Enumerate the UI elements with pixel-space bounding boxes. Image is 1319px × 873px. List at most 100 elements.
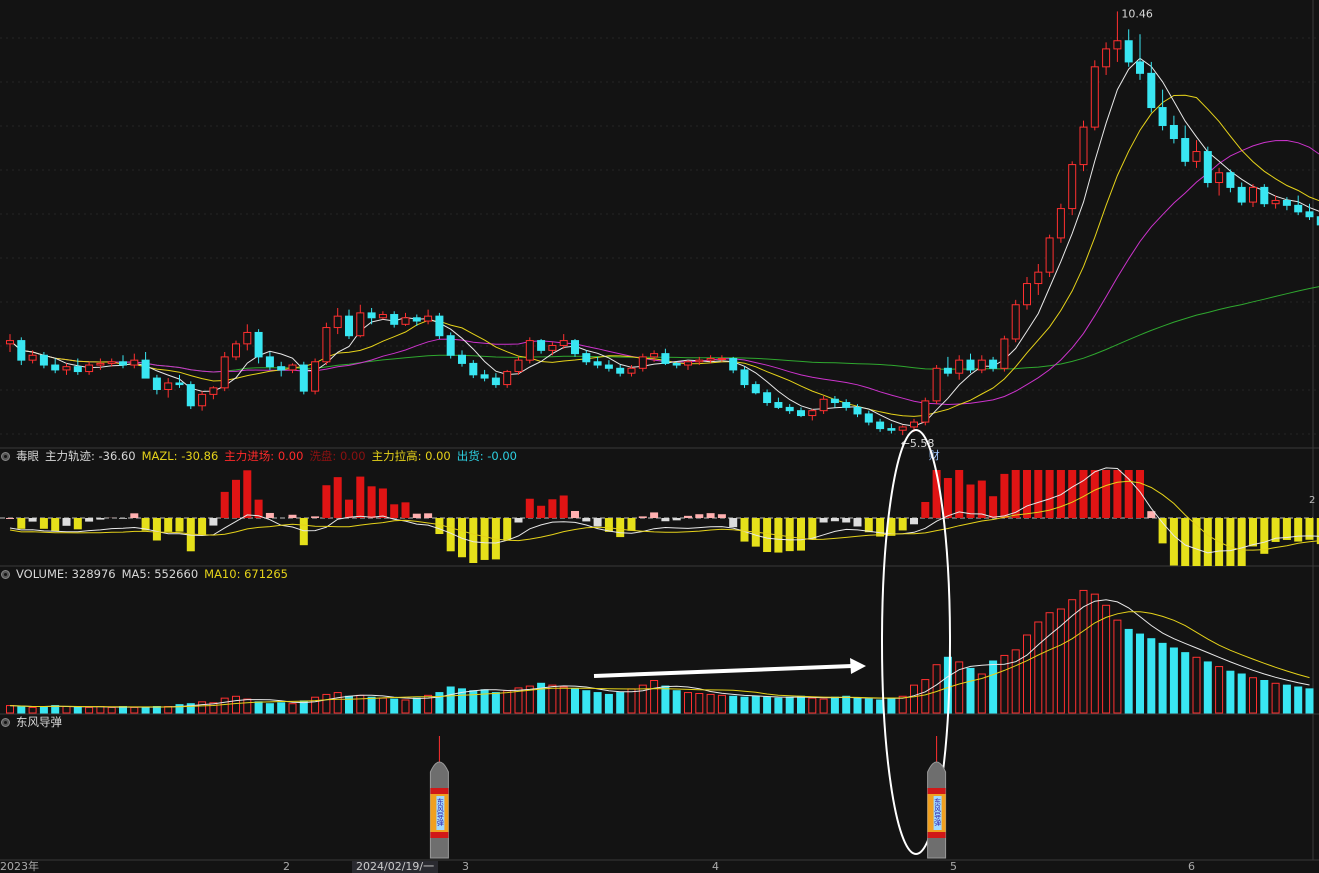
indicator-bar-61 (695, 514, 704, 518)
indicator-bar-69 (785, 518, 794, 552)
indicator-bar-11 (130, 513, 139, 518)
indicator-bar-29 (333, 477, 342, 518)
indicator-bar-2 (28, 518, 37, 522)
candle-body (446, 335, 455, 356)
indicator-bar-4 (51, 518, 60, 531)
candle-51 (582, 350, 591, 366)
indicator-bar-102 (1158, 518, 1167, 544)
high-price-label: 10.46 (1121, 7, 1153, 20)
candle-body (977, 359, 986, 371)
candle-body (661, 353, 670, 364)
volume-toggle-icon[interactable] (1, 569, 10, 579)
volume-bar-96 (1090, 593, 1099, 714)
candle-body (458, 354, 466, 364)
indicator-toggle-icon[interactable] (1, 451, 10, 461)
candle-body (1045, 237, 1054, 273)
candle-body (265, 356, 274, 368)
indicator-bar-13 (152, 518, 161, 541)
candle-body (107, 361, 116, 364)
candle-body (39, 354, 48, 366)
candle-body (751, 384, 760, 394)
signal-toggle-icon[interactable] (1, 717, 10, 727)
indicator-bar-115 (1305, 518, 1314, 540)
candle-71 (808, 409, 817, 421)
candle-82 (932, 365, 941, 405)
missile-signal-1: 东风导弹 (927, 736, 947, 859)
indicator-bar-83 (943, 478, 952, 518)
candle-90 (1023, 277, 1031, 310)
indicator-bar-54 (616, 518, 625, 538)
volume-bar-85 (966, 667, 975, 714)
indicator-bar-64 (729, 518, 738, 528)
candle-body (1181, 138, 1190, 162)
indicator-bar-5 (62, 518, 71, 526)
candle-body (299, 364, 308, 392)
volume-bar-75 (853, 697, 862, 714)
indicator-bar-52 (593, 518, 602, 527)
candle-83 (943, 356, 952, 377)
candle-body (729, 358, 738, 371)
indicator-bar-51 (582, 518, 591, 522)
indicator-bar-30 (345, 499, 353, 518)
volume-bar-6 (73, 706, 82, 714)
indicator-bar-40 (458, 518, 466, 558)
candle-body (514, 359, 523, 373)
candle-112 (1271, 195, 1280, 209)
indicator-bar-84 (955, 470, 964, 518)
missile-signal-0: 东风导弹 (429, 736, 449, 859)
indicator-bar-15 (175, 518, 184, 532)
candle-body (119, 361, 127, 366)
indicator-bar-48 (548, 499, 557, 518)
candle-96 (1090, 60, 1099, 131)
candle-38 (435, 312, 444, 339)
candle-27 (311, 358, 320, 395)
indicator-bar-7 (85, 518, 94, 522)
volume-bar-62 (706, 693, 715, 714)
volume-bar-33 (378, 697, 387, 714)
volume-bar-53 (604, 693, 613, 714)
missile-red-band-top (927, 788, 946, 794)
volume-bar-61 (695, 693, 704, 714)
indicator-bar-55 (627, 518, 636, 531)
candle-88 (1000, 335, 1009, 372)
indicator-bar-86 (977, 480, 986, 518)
candle-body (152, 377, 161, 390)
annotation-arrow-head (850, 658, 866, 674)
indicator-bar-99 (1124, 470, 1133, 518)
candle-56 (638, 353, 647, 372)
indicator-bar-63 (717, 514, 726, 518)
indicator-label-0: 主力轨迹: -36.60 (45, 449, 136, 463)
volume-bar-111 (1260, 680, 1269, 714)
volume-bar-9 (107, 706, 116, 714)
volume-bar-86 (977, 673, 986, 714)
candle-body (774, 402, 783, 408)
candle-body (367, 312, 376, 319)
volume-bar-87 (989, 660, 998, 714)
volume-bar-55 (627, 688, 636, 714)
volume-bar-58 (661, 685, 670, 714)
candle-body (85, 364, 94, 373)
indicator-bar-58 (661, 518, 670, 522)
candle-33 (378, 311, 387, 320)
candle-body (175, 382, 184, 386)
candle-body (378, 314, 387, 319)
x-label-4: 4 (712, 860, 719, 873)
candle-body (808, 410, 817, 417)
candle-body (1000, 338, 1009, 369)
indicator-bar-42 (480, 518, 489, 560)
indicator-bar-65 (740, 518, 749, 542)
candle-body (1282, 199, 1291, 206)
indicator-bar-81 (921, 501, 930, 518)
candle-29 (333, 308, 342, 335)
volume-bar-113 (1282, 684, 1291, 714)
indicator-bar-37 (424, 513, 433, 518)
candle-58 (661, 348, 670, 366)
candle-body (62, 366, 71, 371)
candle-22 (254, 329, 263, 364)
volume-bar-106 (1203, 661, 1212, 714)
indicator-bar-46 (525, 498, 534, 518)
candle-body (345, 315, 353, 337)
candle-body (1249, 186, 1257, 203)
candle-35 (401, 312, 410, 326)
candle-body (164, 382, 173, 390)
